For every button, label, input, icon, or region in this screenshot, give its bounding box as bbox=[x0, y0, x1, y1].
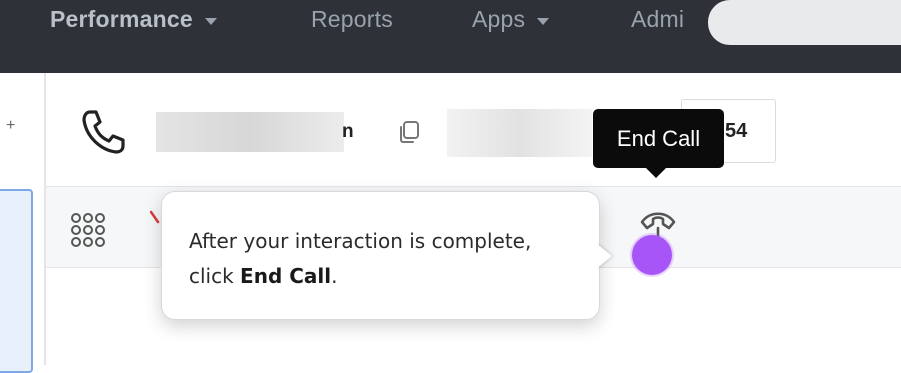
nav-item-label: Performance bbox=[50, 5, 193, 32]
walkthrough-text: After your interaction is complete, clic… bbox=[189, 224, 579, 294]
add-icon[interactable]: + bbox=[6, 117, 15, 135]
copy-icon[interactable] bbox=[396, 119, 422, 145]
keypad-icon[interactable] bbox=[68, 210, 112, 254]
walkthrough-text-bold: End Call bbox=[240, 264, 332, 288]
nav-item-label: Apps bbox=[472, 5, 526, 32]
nav-item-admin[interactable]: Admi bbox=[631, 4, 684, 34]
selected-queue-panel[interactable] bbox=[0, 189, 33, 373]
caller-name-redacted bbox=[156, 112, 344, 152]
tooltip-arrow bbox=[646, 168, 666, 178]
mute-icon[interactable] bbox=[150, 210, 160, 224]
nav-item-label: Reports bbox=[311, 5, 393, 32]
chevron-down-icon bbox=[537, 17, 550, 25]
caller-name: n bbox=[342, 121, 354, 142]
nav-item-label: Admi bbox=[631, 5, 685, 32]
search-input[interactable] bbox=[708, 0, 901, 45]
phone-icon bbox=[82, 110, 125, 154]
chevron-down-icon bbox=[204, 17, 217, 25]
number-redacted bbox=[447, 109, 592, 157]
walkthrough-text-suffix: . bbox=[331, 264, 338, 288]
number-suffix: 54 bbox=[725, 120, 748, 142]
bubble-pointer bbox=[596, 243, 612, 269]
nav-item-apps[interactable]: Apps bbox=[472, 4, 550, 34]
guide-hotspot[interactable] bbox=[632, 235, 672, 275]
nav-item-reports[interactable]: Reports bbox=[311, 4, 393, 34]
nav-item-performance[interactable]: Performance bbox=[50, 4, 217, 34]
end-call-tooltip: End Call bbox=[593, 109, 724, 168]
tooltip-label: End Call bbox=[616, 125, 701, 151]
top-nav-bar: Performance Reports Apps Admi bbox=[0, 0, 901, 73]
